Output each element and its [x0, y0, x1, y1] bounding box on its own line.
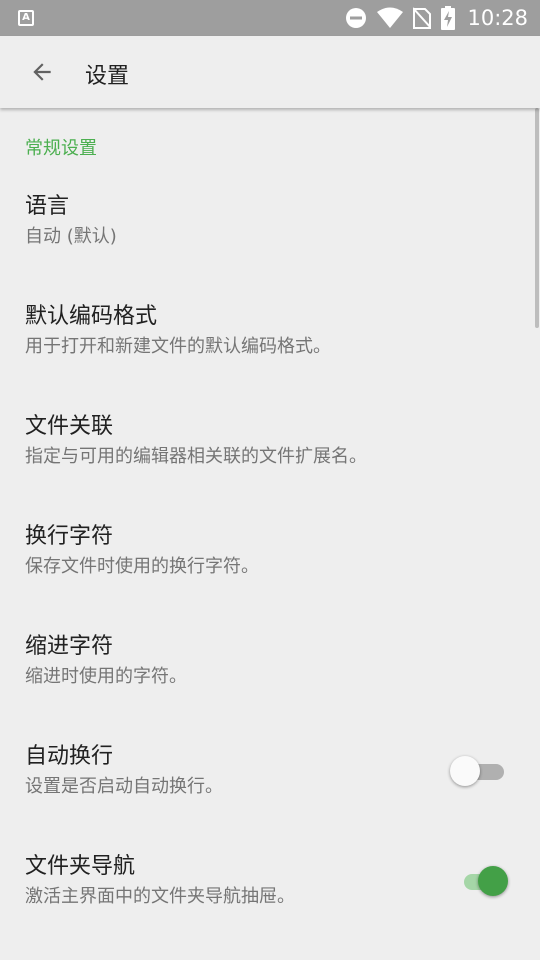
folder-navigation-switch[interactable] [458, 866, 510, 896]
pref-title: 文件关联 [25, 414, 114, 439]
arrow-left-icon [33, 63, 51, 81]
toolbar: 设置 [0, 36, 540, 108]
switch-thumb [450, 756, 480, 786]
scrollbar[interactable] [535, 108, 539, 328]
pref-summary: 缩进时使用的字符。 [25, 666, 187, 687]
pref-file-association[interactable]: 文件关联 指定与可用的编辑器相关联的文件扩展名。 [0, 408, 540, 518]
status-time: 10:28 [467, 6, 528, 30]
wifi-icon [377, 7, 404, 28]
pref-summary: 指定与可用的编辑器相关联的文件扩展名。 [25, 446, 367, 467]
do-not-disturb-icon [346, 8, 367, 28]
battery-charging-icon [441, 6, 456, 30]
pref-default-encoding[interactable]: 默认编码格式 用于打开和新建文件的默认编码格式。 [0, 298, 540, 408]
pref-title: 默认编码格式 [25, 304, 158, 329]
page-title: 设置 [85, 64, 130, 89]
settings-list: 常规设置 语言 自动 (默认) 默认编码格式 用于打开和新建文件的默认编码格式。… [0, 108, 540, 960]
pref-title: 换行字符 [25, 524, 114, 549]
no-sim-icon [413, 7, 432, 29]
pref-line-ending[interactable]: 换行字符 保存文件时使用的换行字符。 [0, 518, 540, 628]
pref-title: 文件夹导航 [25, 854, 136, 879]
pref-language[interactable]: 语言 自动 (默认) [0, 188, 540, 298]
pref-indent-char[interactable]: 缩进字符 缩进时使用的字符。 [0, 628, 540, 738]
pref-summary: 自动 (默认) [25, 226, 117, 247]
pref-summary: 用于打开和新建文件的默认编码格式。 [25, 336, 331, 357]
pref-title: 自动换行 [25, 744, 114, 769]
pref-folder-navigation[interactable]: 文件夹导航 激活主界面中的文件夹导航抽屉。 [0, 848, 540, 958]
pref-summary: 设置是否启动自动换行。 [25, 776, 223, 797]
back-button[interactable] [18, 48, 66, 96]
pref-summary: 激活主界面中的文件夹导航抽屉。 [25, 886, 295, 907]
word-wrap-switch[interactable] [450, 756, 510, 786]
pref-title: 缩进字符 [25, 634, 114, 659]
section-header-general: 常规设置 [25, 138, 97, 159]
switch-thumb [478, 866, 508, 896]
pref-title: 语言 [25, 194, 70, 219]
pref-summary: 保存文件时使用的换行字符。 [25, 556, 259, 577]
status-icons: 10:28 [345, 6, 528, 30]
status-bar: A 10:28 [0, 0, 540, 36]
pref-word-wrap[interactable]: 自动换行 设置是否启动自动换行。 [0, 738, 540, 848]
app-notification-icon: A [18, 10, 34, 26]
